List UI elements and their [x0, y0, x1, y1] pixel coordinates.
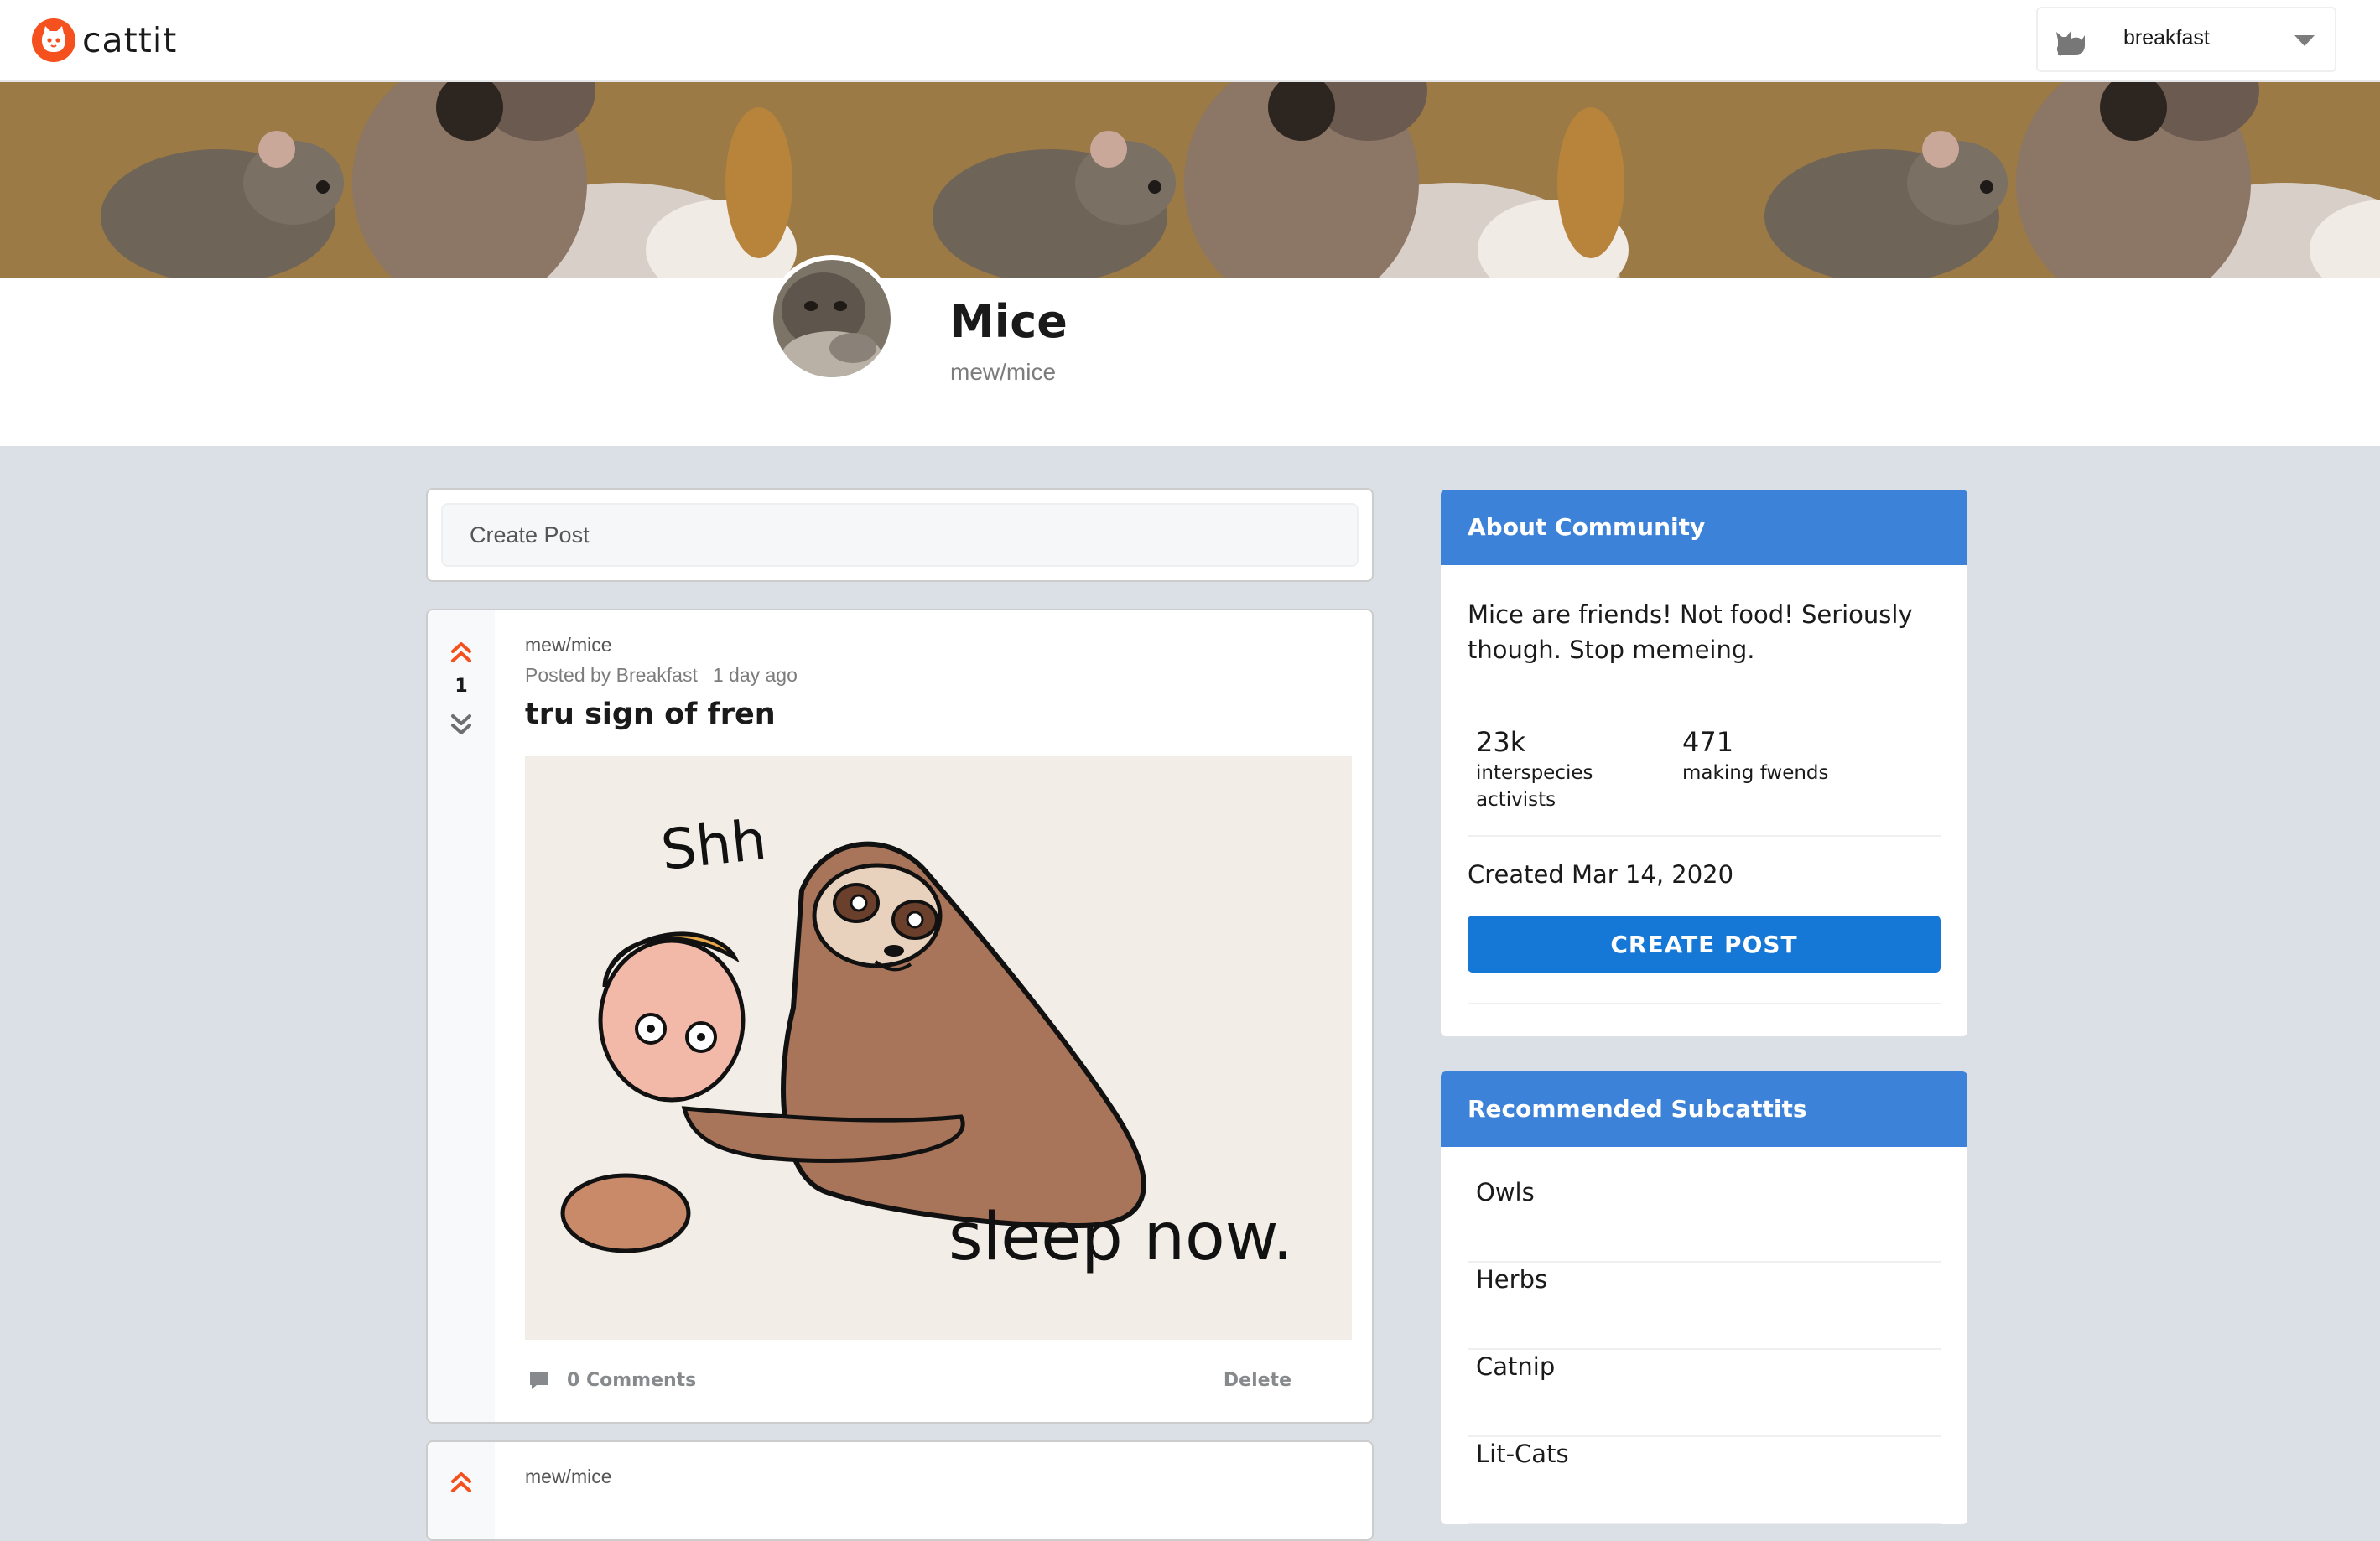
post-title[interactable]: tru sign of fren [525, 698, 776, 731]
vote-count: 1 [455, 676, 468, 697]
post-card[interactable]: mew/mice [426, 1440, 1374, 1541]
stat-label: making fwends [1682, 762, 1829, 784]
community-title: Mice [949, 295, 1068, 348]
post-time: 1 day ago [712, 664, 798, 686]
stat-label: interspecies activists [1476, 762, 1593, 811]
vote-column: 1 [428, 610, 495, 1422]
divider [1468, 1003, 1941, 1004]
post-card[interactable]: 1 mew/mice Posted by Breakfast 1 day ago … [426, 609, 1374, 1424]
created-date: Created Mar 14, 2020 [1468, 860, 1734, 889]
comments-count: 0 Comments [567, 1370, 697, 1391]
chevron-down-icon [2294, 35, 2315, 46]
banner-image [1664, 82, 2380, 278]
banner-image [0, 82, 832, 278]
username: breakfast [2123, 26, 2210, 49]
recommended-item[interactable]: Catnip [1468, 1350, 1941, 1437]
create-post-bar: Create Post [426, 488, 1374, 582]
stat-value: 23k [1476, 726, 1526, 758]
community-handle: mew/mice [950, 359, 1057, 385]
community-header [0, 278, 2380, 446]
cat-silhouette-icon [2055, 27, 2086, 57]
post-author[interactable]: Posted by Breakfast [525, 664, 698, 686]
top-nav: cattit breakfast [0, 0, 2380, 82]
about-community-header: About Community [1441, 490, 1967, 565]
cat-face-icon [32, 18, 75, 62]
community-description: Mice are friends! Not food! Seriously th… [1468, 600, 1913, 664]
comments-button[interactable]: 0 Comments [528, 1370, 696, 1391]
vote-column [428, 1442, 495, 1539]
recommended-item[interactable]: Herbs [1468, 1263, 1941, 1350]
image-caption-shh: Shh [658, 807, 770, 883]
logo[interactable]: cattit [32, 17, 177, 64]
recommended-header: Recommended Subcattits [1441, 1071, 1967, 1147]
banner-image [832, 82, 1664, 278]
delete-button[interactable]: Delete [1224, 1370, 1291, 1391]
community-stats: 23k interspecies activists 471 making fw… [1468, 726, 1941, 837]
post-footer: 0 Comments Delete [528, 1370, 1333, 1398]
post-image[interactable]: Shh sleep now. [525, 756, 1352, 1340]
comment-icon [530, 1372, 548, 1389]
community-avatar [768, 255, 896, 382]
create-post-button[interactable]: CREATE POST [1468, 916, 1941, 973]
stat-members: 23k interspecies activists [1476, 726, 1627, 813]
recommended-item[interactable]: Lit-Cats [1468, 1437, 1941, 1524]
stat-online: 471 making fwends [1682, 726, 1833, 786]
upvote-icon[interactable] [450, 1471, 472, 1494]
user-menu-dropdown[interactable]: breakfast [2036, 7, 2336, 72]
post-meta: Posted by Breakfast 1 day ago [525, 664, 798, 687]
create-post-input[interactable]: Create Post [441, 503, 1359, 567]
stat-value: 471 [1682, 726, 1734, 758]
post-subcattit[interactable]: mew/mice [525, 634, 612, 656]
post-subcattit[interactable]: mew/mice [525, 1466, 612, 1488]
downvote-icon[interactable] [450, 713, 472, 736]
upvote-icon[interactable] [450, 641, 472, 664]
recommended-subcattits-widget: Recommended Subcattits Owls Herbs Catnip… [1441, 1071, 1967, 1524]
about-community-widget: About Community Mice are friends! Not fo… [1441, 490, 1967, 1036]
app-name: cattit [82, 20, 178, 60]
community-banner [0, 82, 2380, 278]
image-caption-sleep: sleep now. [948, 1200, 1293, 1275]
recommended-item[interactable]: Owls [1468, 1175, 1941, 1263]
